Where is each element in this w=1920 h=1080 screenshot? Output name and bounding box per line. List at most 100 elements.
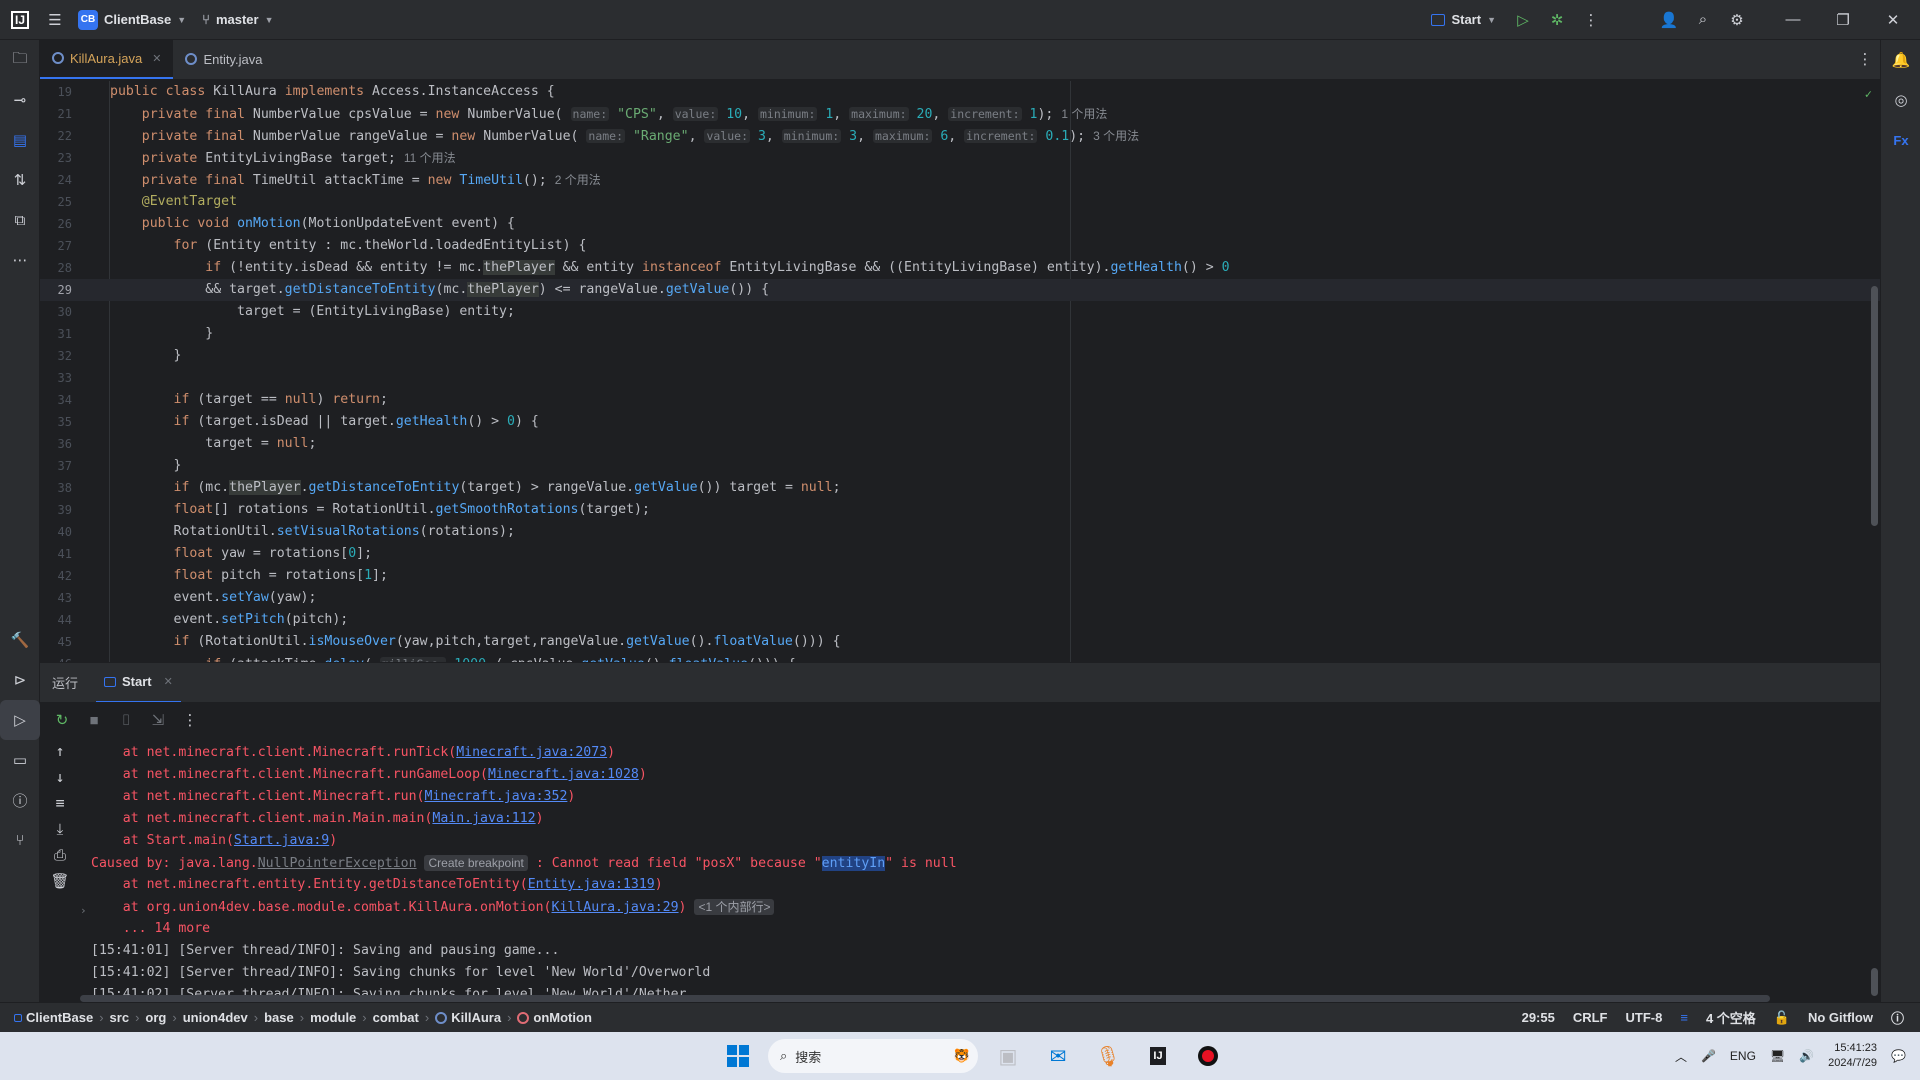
- code-line[interactable]: 34 if (target == null) return;: [40, 389, 1880, 411]
- line-number[interactable]: 30: [40, 301, 72, 323]
- branch-selector[interactable]: ⑂ master ▼: [194, 0, 281, 40]
- line-number[interactable]: 24: [40, 169, 72, 191]
- code-text[interactable]: private final TimeUtil attackTime = new …: [110, 169, 601, 192]
- stop-icon[interactable]: ■: [82, 705, 106, 735]
- crumb-killaura[interactable]: KillAura: [429, 1010, 507, 1025]
- code-text[interactable]: public class KillAura implements Access.…: [110, 81, 555, 103]
- line-number[interactable]: 28: [40, 257, 72, 279]
- line-number[interactable]: 25: [40, 191, 72, 213]
- tab-entity[interactable]: Entity.java: [173, 39, 274, 79]
- line-number[interactable]: 31: [40, 323, 72, 345]
- code-text[interactable]: }: [110, 323, 213, 345]
- run-icon[interactable]: ▷: [1508, 5, 1538, 35]
- code-text[interactable]: if (mc.thePlayer.getDistanceToEntity(tar…: [110, 477, 841, 499]
- crumb-module[interactable]: module: [304, 1010, 362, 1025]
- close-tab-icon[interactable]: ✕: [164, 675, 173, 688]
- search-icon[interactable]: ⌕: [1688, 5, 1718, 35]
- input-language[interactable]: ENG: [1730, 1049, 1756, 1063]
- code-text[interactable]: private final NumberValue cpsValue = new…: [110, 103, 1107, 126]
- code-text[interactable]: @EventTarget: [110, 191, 237, 213]
- git-icon[interactable]: ⑂: [0, 820, 40, 860]
- task-view-icon[interactable]: ▣: [988, 1036, 1028, 1076]
- crumb-project[interactable]: ClientBase: [8, 1010, 99, 1025]
- console-vscrollbar[interactable]: [1871, 968, 1878, 996]
- crumb-combat[interactable]: combat: [367, 1010, 425, 1025]
- crumb-base[interactable]: base: [258, 1010, 300, 1025]
- line-number[interactable]: 27: [40, 235, 72, 257]
- taskbar-search[interactable]: ⌕ 搜索 🐯: [768, 1039, 978, 1073]
- code-line[interactable]: 33: [40, 367, 1880, 389]
- line-number[interactable]: 41: [40, 543, 72, 565]
- code-line[interactable]: 35 if (target.isDead || target.getHealth…: [40, 411, 1880, 433]
- code-line[interactable]: 26 public void onMotion(MotionUpdateEven…: [40, 213, 1880, 235]
- line-number[interactable]: 21: [40, 103, 72, 125]
- line-number[interactable]: 32: [40, 345, 72, 367]
- more-icon[interactable]: ⋮: [178, 705, 202, 735]
- run-config-selector[interactable]: Start ▼: [1423, 0, 1504, 40]
- close-window-icon[interactable]: ✕: [1870, 5, 1916, 35]
- line-number[interactable]: 33: [40, 367, 72, 389]
- build-icon[interactable]: 🔨: [0, 620, 40, 660]
- line-number[interactable]: 38: [40, 477, 72, 499]
- code-line[interactable]: 23 private EntityLivingBase target; 11 个用…: [40, 147, 1880, 169]
- code-line[interactable]: 25 @EventTarget: [40, 191, 1880, 213]
- main-menu-icon[interactable]: ☰: [40, 5, 70, 35]
- readonly-lock-icon[interactable]: 🔓: [1774, 1010, 1790, 1026]
- more-tools-icon[interactable]: ⋯: [0, 240, 40, 280]
- code-text[interactable]: for (Entity entity : mc.theWorld.loadedE…: [110, 235, 587, 257]
- indent-icon[interactable]: ≡: [1680, 1010, 1688, 1025]
- run-tool-icon[interactable]: ▷: [0, 700, 40, 740]
- code-line[interactable]: 32 }: [40, 345, 1880, 367]
- add-user-icon[interactable]: 👤: [1654, 5, 1684, 35]
- line-number[interactable]: 45: [40, 631, 72, 653]
- code-text[interactable]: if (!entity.isDead && entity != mc.thePl…: [110, 257, 1230, 279]
- code-text[interactable]: if (attackTime.delay( milliSec: 1000 / c…: [110, 653, 796, 662]
- code-line[interactable]: 39 float[] rotations = RotationUtil.getS…: [40, 499, 1880, 521]
- line-ending[interactable]: CRLF: [1573, 1010, 1608, 1025]
- crumb-org[interactable]: org: [139, 1010, 172, 1025]
- project-folder-icon[interactable]: 🗀: [0, 40, 40, 80]
- microphone-icon[interactable]: 🎤: [1701, 1049, 1716, 1063]
- code-line[interactable]: 22 private final NumberValue rangeValue …: [40, 125, 1880, 147]
- console-line[interactable]: at org.union4dev.base.module.combat.Kill…: [40, 896, 1880, 918]
- problems-icon[interactable]: ⓘ: [0, 780, 40, 820]
- minimize-icon[interactable]: —: [1770, 5, 1816, 35]
- fx-icon[interactable]: Fx: [1881, 120, 1920, 160]
- windows-start-icon[interactable]: [718, 1036, 758, 1076]
- line-number[interactable]: 35: [40, 411, 72, 433]
- console-line[interactable]: Caused by: java.lang.NullPointerExceptio…: [40, 852, 1880, 874]
- code-text[interactable]: if (target == null) return;: [110, 389, 388, 411]
- restore-icon[interactable]: ❐: [1820, 5, 1866, 35]
- line-number[interactable]: 39: [40, 499, 72, 521]
- line-number[interactable]: 37: [40, 455, 72, 477]
- code-line[interactable]: 43 event.setYaw(yaw);: [40, 587, 1880, 609]
- code-line[interactable]: 46 if (attackTime.delay( milliSec: 1000 …: [40, 653, 1880, 662]
- code-line[interactable]: 30 target = (EntityLivingBase) entity;: [40, 301, 1880, 323]
- code-line[interactable]: 31 }: [40, 323, 1880, 345]
- terminal-icon[interactable]: ▭: [0, 740, 40, 780]
- console-line[interactable]: [15:41:02] [Server thread/INFO]: Saving …: [40, 962, 1880, 984]
- console-line[interactable]: ... 14 more: [40, 918, 1880, 940]
- console-line[interactable]: at Start.main(Start.java:9): [40, 830, 1880, 852]
- line-number[interactable]: 36: [40, 433, 72, 455]
- code-text[interactable]: if (RotationUtil.isMouseOver(yaw,pitch,t…: [110, 631, 841, 653]
- line-number[interactable]: 42: [40, 565, 72, 587]
- network-icon[interactable]: 🖥: [1770, 1049, 1785, 1063]
- code-text[interactable]: if (target.isDead || target.getHealth() …: [110, 411, 539, 433]
- code-text[interactable]: && target.getDistanceToEntity(mc.thePlay…: [110, 279, 769, 301]
- commit-icon[interactable]: ⊸: [0, 80, 40, 120]
- clock[interactable]: 15:41:23 2024/7/29: [1828, 1041, 1877, 1071]
- outlook-icon[interactable]: ✉: [1038, 1036, 1078, 1076]
- console-hscrollbar[interactable]: [80, 995, 1770, 1002]
- code-line[interactable]: 40 RotationUtil.setVisualRotations(rotat…: [40, 521, 1880, 543]
- code-text[interactable]: }: [110, 345, 182, 367]
- indent-setting[interactable]: 4 个空格: [1706, 1008, 1756, 1027]
- notification-center-icon[interactable]: 💬: [1891, 1049, 1906, 1063]
- code-text[interactable]: public void onMotion(MotionUpdateEvent e…: [110, 213, 515, 235]
- services-icon[interactable]: ⊳: [0, 660, 40, 700]
- crumb-union4dev[interactable]: union4dev: [177, 1010, 254, 1025]
- record-icon[interactable]: [1188, 1036, 1228, 1076]
- git-flow[interactable]: No Gitflow: [1808, 1010, 1873, 1025]
- line-number[interactable]: 44: [40, 609, 72, 631]
- console-line[interactable]: at net.minecraft.client.Minecraft.runTic…: [40, 742, 1880, 764]
